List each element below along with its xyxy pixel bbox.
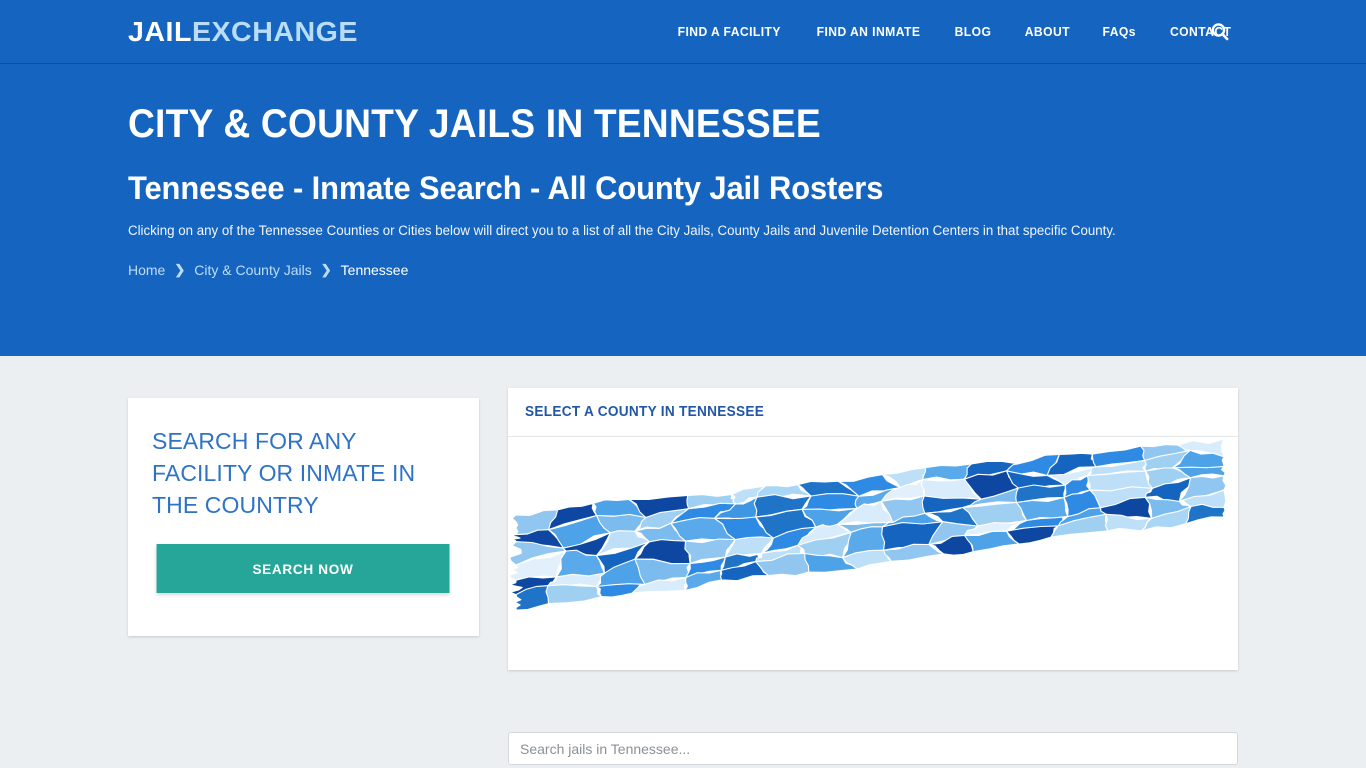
nav-blog[interactable]: BLOG (939, 0, 1007, 64)
county-region[interactable] (1185, 503, 1226, 525)
breadcrumb: Home ❯ City & County Jails ❯ Tennessee (128, 260, 1238, 280)
breadcrumb-separator-icon: ❯ (320, 262, 332, 277)
main-nav: FIND A FACILITY FIND AN INMATE BLOG ABOU… (660, 0, 1248, 64)
hero-banner: CITY & COUNTY JAILS IN TENNESSEE Tenness… (0, 64, 1366, 356)
top-navigation-bar: JAILEXCHANGE FIND A FACILITY FIND AN INM… (0, 0, 1366, 64)
breadcrumb-item-city-county-jails[interactable]: City & County Jails (194, 260, 311, 280)
county-region[interactable] (801, 493, 861, 512)
page-subtitle: Tennessee - Inmate Search - All County J… (128, 170, 884, 206)
map-panel-title: SELECT A COUNTY IN TENNESSEE (525, 404, 765, 420)
nav-contact[interactable]: CONTACT (1154, 0, 1246, 64)
breadcrumb-separator-icon: ❯ (174, 262, 186, 277)
page-description: Clicking on any of the Tennessee Countie… (128, 223, 1116, 238)
search-facility-card: SEARCH FOR ANY FACILITY OR INMATE IN THE… (128, 398, 479, 636)
nav-find-a-facility[interactable]: FIND A FACILITY (662, 0, 796, 64)
county-region[interactable] (545, 584, 603, 605)
search-card-heading: SEARCH FOR ANY FACILITY OR INMATE IN THE… (152, 428, 416, 518)
logo-text-jail: JAIL (128, 16, 192, 47)
nav-find-an-inmate[interactable]: FIND AN INMATE (801, 0, 936, 64)
main-content: SEARCH FOR ANY FACILITY OR INMATE IN THE… (0, 356, 1366, 768)
site-logo[interactable]: JAILEXCHANGE (128, 17, 358, 47)
jail-search-input[interactable] (508, 732, 1238, 765)
nav-faqs[interactable]: FAQs (1087, 0, 1151, 64)
logo-text-exchange: EXCHANGE (191, 16, 358, 47)
county-region[interactable] (922, 463, 972, 481)
tennessee-map-svg[interactable] (508, 437, 1238, 670)
county-map-panel: SELECT A COUNTY IN TENNESSEE (508, 388, 1238, 670)
breadcrumb-item-home[interactable]: Home (128, 260, 165, 280)
tennessee-county-map[interactable] (508, 437, 1238, 670)
breadcrumb-item-current: Tennessee (340, 262, 409, 278)
search-icon[interactable] (1209, 21, 1231, 43)
search-now-button[interactable]: SEARCH NOW (156, 544, 450, 593)
page-title: CITY & COUNTY JAILS IN TENNESSEE (128, 102, 821, 146)
nav-about[interactable]: ABOUT (1009, 0, 1085, 64)
